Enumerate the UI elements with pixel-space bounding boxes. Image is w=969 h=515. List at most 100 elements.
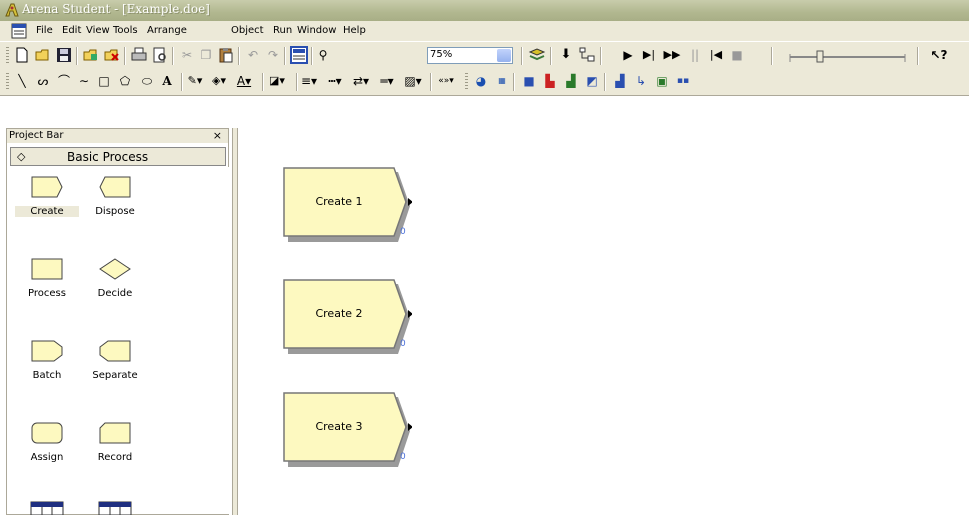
module-label: Record <box>97 452 133 463</box>
toolbar-grip[interactable] <box>6 73 9 91</box>
polyline-icon[interactable]: ᔕ <box>34 72 52 90</box>
layers-window-icon[interactable] <box>290 46 308 64</box>
clock-icon[interactable]: ◕ <box>472 72 490 90</box>
model-canvas[interactable]: Create 1 0 Create 2 0 Create 3 0 <box>238 128 969 515</box>
transporter-icon[interactable]: ▪▪ <box>674 72 692 90</box>
save-icon[interactable] <box>55 46 73 64</box>
module-process[interactable]: Process <box>15 257 79 299</box>
copy-icon[interactable]: ❐ <box>197 46 215 64</box>
close-icon[interactable]: × <box>213 129 222 142</box>
resource-icon[interactable]: ↳ <box>632 72 650 90</box>
separate-module-icon <box>99 340 131 362</box>
line-color-icon[interactable]: ✎▾ <box>186 72 204 90</box>
module-label: Decide <box>97 288 133 299</box>
module-assign[interactable]: Assign <box>15 421 79 463</box>
toolbar-grip[interactable] <box>465 73 468 91</box>
paste-icon[interactable] <box>217 46 235 64</box>
menu-arrange[interactable]: Arrange <box>147 25 187 36</box>
module-label: Assign <box>30 452 64 463</box>
menu-object[interactable]: Object <box>231 25 264 36</box>
print-preview-icon[interactable] <box>151 46 169 64</box>
menu-tools[interactable]: Tools <box>113 25 138 36</box>
menu-help[interactable]: Help <box>343 25 366 36</box>
histogram-icon[interactable]: ▟ <box>562 72 580 90</box>
animation-speed-slider[interactable] <box>787 50 909 64</box>
entity-counter: 0 <box>400 227 406 237</box>
module-separate[interactable]: Separate <box>83 339 147 381</box>
layers-icon[interactable] <box>528 46 546 64</box>
document-menu-icon[interactable] <box>11 23 27 39</box>
cut-icon[interactable]: ✂ <box>178 46 196 64</box>
toolbar-grip[interactable] <box>6 47 9 65</box>
zoom-combo[interactable]: 75% <box>427 47 513 64</box>
arc-icon[interactable]: ⌒ <box>55 72 73 90</box>
redo-icon[interactable]: ↷ <box>264 46 282 64</box>
print-icon[interactable] <box>130 46 148 64</box>
create-module-block[interactable]: Create 1 0 <box>282 166 412 242</box>
standard-toolbar: ✂ ❐ ↶ ↷ ⚲ 75% ⬇ ▶ ▶| ▶▶ || |◀ ■ ↖? <box>0 41 969 69</box>
bezier-icon[interactable]: ∼ <box>75 72 93 90</box>
create-module-block[interactable]: Create 2 0 <box>282 278 412 354</box>
connect-icon[interactable]: ⬇ <box>557 46 575 64</box>
line-pattern-icon[interactable]: ═▾ <box>378 72 396 90</box>
date-icon[interactable]: ▦ <box>493 72 511 90</box>
menu-run[interactable]: Run <box>273 25 292 36</box>
menu-window[interactable]: Window <box>297 25 336 36</box>
module-dispose[interactable]: Dispose <box>83 175 147 217</box>
batch-module-icon <box>31 340 63 362</box>
background-color-icon[interactable]: ◪▾ <box>268 72 286 90</box>
zoom-icon[interactable]: ⚲ <box>314 46 332 64</box>
close-template-icon[interactable] <box>103 46 121 64</box>
project-bar-header: Project Bar × <box>7 129 228 143</box>
pause-icon[interactable]: || <box>686 46 704 64</box>
line-style-icon[interactable]: ┅▾ <box>326 72 344 90</box>
polygon-icon[interactable]: ⬠ <box>116 72 134 90</box>
menu-edit[interactable]: Edit <box>62 25 81 36</box>
undo-icon[interactable]: ↶ <box>244 46 262 64</box>
box-icon[interactable]: □ <box>95 72 113 90</box>
module-create[interactable]: Create <box>15 175 79 217</box>
arrow-style-icon[interactable]: ⇄▾ <box>352 72 370 90</box>
menu-view[interactable]: View <box>86 25 110 36</box>
line-width-icon[interactable]: ≡▾ <box>300 72 318 90</box>
global-icon[interactable]: ▣ <box>653 72 671 90</box>
plot-icon[interactable]: ◩ <box>583 72 601 90</box>
entity-spreadsheet-icon[interactable] <box>30 501 64 515</box>
menu-bar: File Edit View Tools Arrange Object Run … <box>0 21 969 41</box>
submodel-icon[interactable] <box>578 46 596 64</box>
fill-pattern-icon[interactable]: ▨▾ <box>404 72 422 90</box>
basic-process-panel-header[interactable]: ◇ Basic Process <box>10 147 226 166</box>
line-icon[interactable]: ╲ <box>13 72 31 90</box>
text-color-icon[interactable]: A▾ <box>235 72 253 90</box>
panel-title: Basic Process <box>67 150 149 164</box>
fill-color-icon[interactable]: ◈▾ <box>210 72 228 90</box>
create-module-block[interactable]: Create 3 0 <box>282 391 412 467</box>
step-icon[interactable]: ▶| <box>640 46 658 64</box>
help-pointer-icon[interactable]: ↖? <box>930 46 948 64</box>
ellipse-icon[interactable]: ⬭ <box>138 72 156 90</box>
new-file-icon[interactable] <box>13 46 31 64</box>
fast-forward-icon[interactable]: ▶▶ <box>663 46 681 64</box>
arena-app-icon <box>5 3 19 17</box>
module-decide[interactable]: Decide <box>83 257 147 299</box>
module-label: Process <box>28 288 66 299</box>
level-icon[interactable]: ▙ <box>541 72 559 90</box>
go-icon[interactable]: ▶ <box>619 46 637 64</box>
module-batch[interactable]: Batch <box>15 339 79 381</box>
module-record[interactable]: Record <box>83 421 147 463</box>
open-template-icon[interactable] <box>82 46 100 64</box>
variable-icon[interactable]: ■ <box>520 72 538 90</box>
queue-icon[interactable]: ▟ <box>611 72 629 90</box>
entity-counter: 0 <box>400 339 406 349</box>
open-folder-icon[interactable] <box>34 46 52 64</box>
end-icon[interactable]: ■ <box>728 46 746 64</box>
diamond-icon: ◇ <box>17 150 26 163</box>
queue-spreadsheet-icon[interactable] <box>98 501 132 515</box>
start-over-icon[interactable]: |◀ <box>707 46 725 64</box>
draw-toolbar: ╲ ᔕ ⌒ ∼ □ ⬠ ⬭ A ✎▾ ◈▾ A▾ ◪▾ ≡▾ ┅▾ ⇄▾ ═▾ … <box>0 68 969 96</box>
menu-file[interactable]: File <box>36 25 53 36</box>
show-dimensions-icon[interactable]: «»▾ <box>437 72 455 90</box>
block-label: Create 1 <box>315 194 363 208</box>
text-icon[interactable]: A <box>158 72 176 90</box>
chevron-down-icon[interactable] <box>497 49 511 62</box>
